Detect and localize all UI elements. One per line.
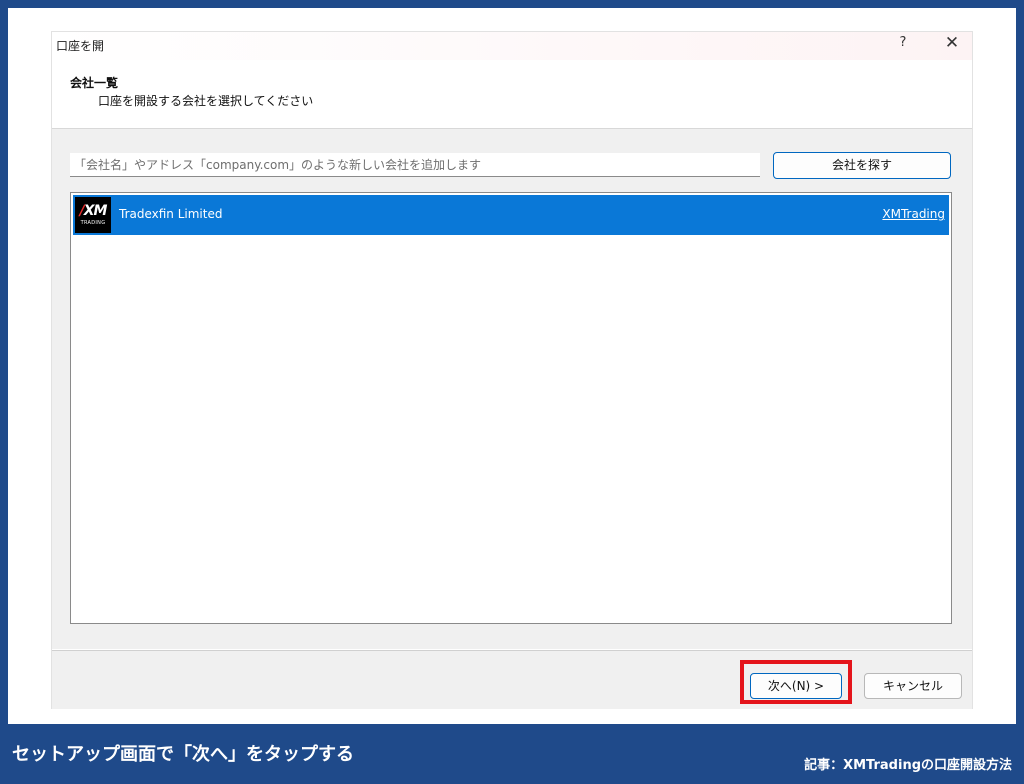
help-button[interactable]: ? — [894, 35, 912, 50]
close-button[interactable]: ✕ — [942, 33, 962, 53]
section-heading: 会社一覧 — [70, 76, 119, 90]
logo-text: /XM — [79, 203, 108, 219]
company-search-input[interactable] — [70, 153, 760, 177]
xm-logo-icon: /XM TRADING — [75, 197, 111, 233]
company-list[interactable]: /XM TRADING Tradexfin Limited XMTrading — [70, 192, 952, 624]
next-button-highlight — [740, 660, 852, 704]
caption-bar: セットアップ画面で「次へ」をタップする 記事：XMTradingの口座開設方法 — [0, 724, 1024, 784]
dialog-header: 会社一覧 口座を開設する会社を選択してください — [52, 60, 972, 129]
cancel-button[interactable]: キャンセル — [864, 673, 962, 699]
company-link[interactable]: XMTrading — [882, 207, 945, 221]
title-bar: 口座を開 ? ✕ — [52, 32, 972, 60]
company-name: Tradexfin Limited — [119, 207, 223, 221]
dialog-body: 会社を探す /XM TRADING Tradexfin Limited XMTr… — [52, 129, 972, 649]
company-row-selected[interactable]: /XM TRADING Tradexfin Limited XMTrading — [73, 195, 949, 235]
section-subheading: 口座を開設する会社を選択してください — [98, 94, 314, 108]
caption-article: 記事：XMTradingの口座開設方法 — [804, 758, 1012, 773]
window-title: 口座を開 — [56, 39, 105, 53]
logo-subtext: TRADING — [80, 220, 106, 226]
caption-instruction: セットアップ画面で「次へ」をタップする — [12, 744, 354, 765]
find-company-button[interactable]: 会社を探す — [773, 152, 951, 179]
open-account-dialog: 口座を開 ? ✕ 会社一覧 口座を開設する会社を選択してください 会社を探す /… — [52, 32, 972, 709]
